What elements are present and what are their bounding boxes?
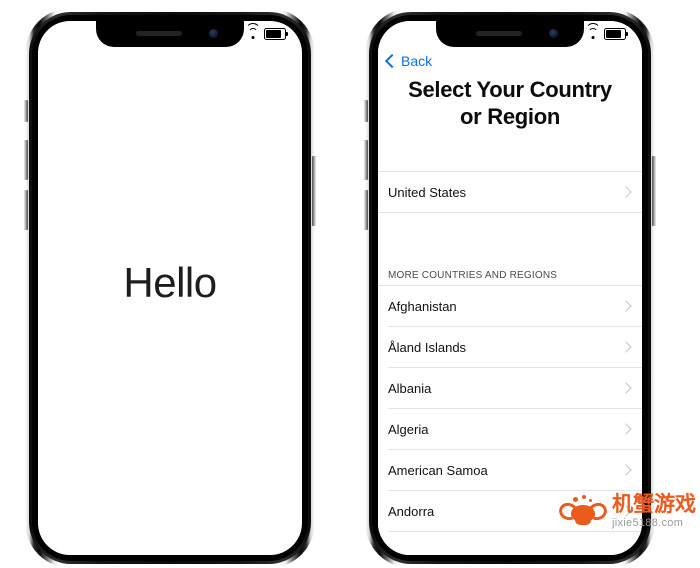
page-title-line1: Select Your Country — [408, 77, 612, 102]
watermark: 机蟹游戏 jixie5188.com — [556, 494, 696, 529]
back-button[interactable]: Back — [384, 53, 433, 69]
chevron-right-icon — [620, 464, 632, 476]
navigation-bar: Back — [378, 47, 642, 75]
list-item-label: American Samoa — [388, 462, 488, 478]
volume-down-button[interactable] — [364, 190, 368, 230]
page-title-line2: or Region — [460, 103, 560, 129]
power-button[interactable] — [312, 156, 316, 226]
page-title: Select Your Country or Region — [378, 77, 642, 131]
section-header: MORE COUNTRIES AND REGIONS — [388, 270, 558, 281]
list-item-label: Albania — [388, 380, 432, 396]
chevron-right-icon — [620, 186, 632, 198]
list-item[interactable]: American Samoa — [378, 450, 642, 490]
screenshot-stage: Hello Back Select Your Country or Region… — [0, 0, 700, 568]
device-screen-right: Back Select Your Country or Region Unite… — [378, 21, 642, 555]
volume-up-button[interactable] — [364, 140, 368, 180]
battery-icon — [604, 28, 629, 40]
silence-switch-button[interactable] — [364, 100, 368, 122]
power-button[interactable] — [652, 156, 656, 226]
hello-content: Hello — [38, 21, 302, 555]
list-item[interactable]: Albania — [378, 368, 642, 408]
separator — [388, 531, 642, 532]
list-item-label: Afghanistan — [388, 298, 457, 314]
volume-down-button[interactable] — [24, 190, 28, 230]
battery-icon — [264, 28, 289, 40]
crab-logo-icon — [556, 494, 610, 529]
chevron-right-icon — [620, 382, 632, 394]
wifi-icon — [245, 23, 260, 39]
silence-switch-button[interactable] — [24, 100, 28, 122]
iphone-device-left: Hello — [24, 8, 316, 568]
watermark-brand: 机蟹游戏 — [612, 492, 696, 516]
list-item-label: Andorra — [388, 503, 435, 519]
hello-greeting-text: Hello — [123, 259, 217, 306]
iphone-device-right: Back Select Your Country or Region Unite… — [364, 8, 656, 568]
volume-up-button[interactable] — [24, 140, 28, 180]
cellular-bars-icon — [226, 29, 241, 39]
device-screen-left: Hello — [38, 21, 302, 555]
status-bar-left — [38, 21, 302, 47]
list-item[interactable]: Algeria — [378, 409, 642, 449]
back-button-label: Back — [401, 53, 433, 69]
section-gap — [378, 213, 642, 257]
list-item[interactable]: Åland Islands — [378, 327, 642, 367]
watermark-text: 机蟹游戏 jixie5188.com — [612, 494, 696, 529]
status-bar-right — [378, 21, 642, 47]
list-item-label: United States — [388, 184, 467, 200]
chevron-right-icon — [620, 341, 632, 353]
wifi-icon — [585, 23, 600, 39]
list-item-united-states[interactable]: United States — [378, 172, 642, 212]
list-item-label: Algeria — [388, 421, 429, 437]
country-selection-content: Back Select Your Country or Region Unite… — [378, 21, 642, 555]
cellular-bars-icon — [566, 29, 581, 39]
chevron-right-icon — [620, 300, 632, 312]
list-item-label: Åland Islands — [388, 339, 467, 355]
list-item[interactable]: Afghanistan — [378, 286, 642, 326]
chevron-right-icon — [620, 423, 632, 435]
watermark-url: jixie5188.com — [612, 517, 684, 529]
chevron-left-icon — [384, 53, 400, 69]
